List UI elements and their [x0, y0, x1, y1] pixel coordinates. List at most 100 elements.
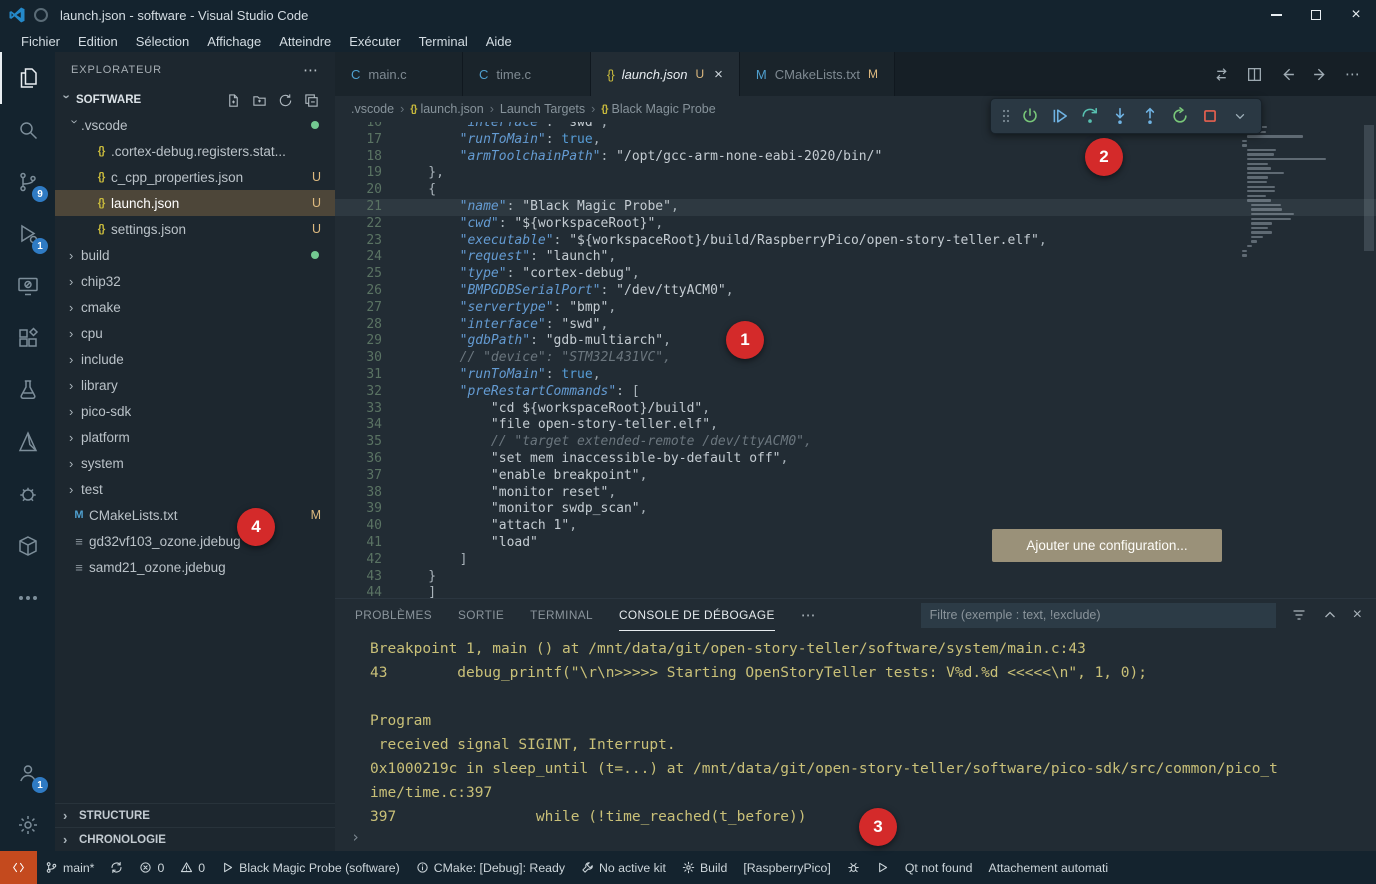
- minimap[interactable]: [1238, 126, 1358, 259]
- breadcrumb-item-launch-json[interactable]: {}launch.json: [410, 102, 483, 116]
- editor-scrollbar[interactable]: [1362, 122, 1376, 598]
- status-remote-indicator[interactable]: [0, 851, 37, 884]
- status-debug-bug[interactable]: [839, 851, 868, 884]
- tab-main-c[interactable]: Cmain.c: [335, 52, 463, 96]
- debug-console-filter-input[interactable]: [921, 603, 1276, 628]
- new-file-icon[interactable]: [226, 93, 241, 108]
- status-warnings[interactable]: 0: [172, 851, 213, 884]
- menu-edition[interactable]: Edition: [69, 33, 127, 50]
- panel-more-icon[interactable]: ⋯: [801, 599, 816, 631]
- activity-run-debug[interactable]: 1: [0, 208, 55, 260]
- section-structure[interactable]: › STRUCTURE: [55, 803, 335, 827]
- menu-aide[interactable]: Aide: [477, 33, 521, 50]
- go-back-icon[interactable]: [1279, 66, 1296, 83]
- tree-item-platform[interactable]: ›platform: [55, 424, 335, 450]
- editor-more-icon[interactable]: ⋯: [1345, 65, 1360, 83]
- status-cmake-target[interactable]: [RaspberryPico]: [735, 851, 838, 884]
- status-errors[interactable]: 0: [131, 851, 172, 884]
- tree-item-cmake[interactable]: ›cmake: [55, 294, 335, 320]
- continue-icon[interactable]: [1047, 103, 1073, 129]
- tree-item-pico-sdk[interactable]: ›pico-sdk: [55, 398, 335, 424]
- filter-list-icon[interactable]: [1291, 607, 1307, 623]
- section-timeline[interactable]: › CHRONOLOGIE: [55, 827, 335, 851]
- status-auto-attach[interactable]: Attachement automati: [981, 851, 1117, 884]
- maximize-button[interactable]: [1296, 0, 1336, 30]
- activity-package[interactable]: [0, 520, 55, 572]
- menu-atteindre[interactable]: Atteindre: [270, 33, 340, 50]
- panel-tab-terminal[interactable]: TERMINAL: [530, 599, 593, 631]
- step-into-icon[interactable]: [1107, 103, 1133, 129]
- activity-search[interactable]: [0, 104, 55, 156]
- tree-item-build[interactable]: ›build: [55, 242, 335, 268]
- tree-item-test[interactable]: ›test: [55, 476, 335, 502]
- tree-item-vscode[interactable]: ›.vscode: [55, 112, 335, 138]
- tree-item-system[interactable]: ›system: [55, 450, 335, 476]
- menu-affichage[interactable]: Affichage: [198, 33, 270, 50]
- step-over-icon[interactable]: [1077, 103, 1103, 129]
- activity-debug-console[interactable]: [0, 468, 55, 520]
- maximize-panel-icon[interactable]: [1322, 607, 1338, 623]
- tab-time-c[interactable]: Ctime.c: [463, 52, 591, 96]
- tab-cmakelists-txt[interactable]: MCMakeLists.txtM: [740, 52, 895, 96]
- activity-source-control[interactable]: 9: [0, 156, 55, 208]
- tree-item-gd32vf103-ozone-jdebug[interactable]: ≡gd32vf103_ozone.jdebug: [55, 528, 335, 554]
- menu-ex-cuter[interactable]: Exécuter: [340, 33, 409, 50]
- restart-icon[interactable]: [1167, 103, 1193, 129]
- tree-item-cmakelists-txt[interactable]: MCMakeLists.txtM: [55, 502, 335, 528]
- new-folder-icon[interactable]: [252, 93, 267, 108]
- activity-testing[interactable]: [0, 364, 55, 416]
- close-button[interactable]: ×: [1336, 0, 1376, 30]
- panel-tab-console-de-d-bogage[interactable]: CONSOLE DE DÉBOGAGE: [619, 599, 775, 631]
- chevron-down-icon[interactable]: [1227, 103, 1253, 129]
- breadcrumb-item-vscode[interactable]: .vscode: [351, 102, 394, 116]
- breadcrumb-item-black-magic-probe[interactable]: {}Black Magic Probe: [601, 102, 715, 116]
- tree-item-c-cpp-properties-json[interactable]: {}c_cpp_properties.jsonU: [55, 164, 335, 190]
- tree-item-samd21-ozone-jdebug[interactable]: ≡samd21_ozone.jdebug: [55, 554, 335, 580]
- step-out-icon[interactable]: [1137, 103, 1163, 129]
- split-editor-icon[interactable]: [1246, 66, 1263, 83]
- refresh-icon[interactable]: [278, 93, 293, 108]
- activity-more[interactable]: [0, 572, 55, 624]
- workspace-section-header[interactable]: › SOFTWARE: [55, 88, 335, 112]
- sidebar-more-icon[interactable]: ⋯: [303, 61, 319, 79]
- tree-item-launch-json[interactable]: {}launch.jsonU: [55, 190, 335, 216]
- tree-item-cortex-debug-registers-stat[interactable]: {}.cortex-debug.registers.stat...: [55, 138, 335, 164]
- activity-extensions[interactable]: [0, 312, 55, 364]
- status-git-branch[interactable]: main*: [37, 851, 102, 884]
- status-qt-status[interactable]: Qt not found: [897, 851, 981, 884]
- tree-item-include[interactable]: ›include: [55, 346, 335, 372]
- add-configuration-button[interactable]: Ajouter une configuration...: [992, 529, 1222, 562]
- minimize-button[interactable]: [1256, 0, 1296, 30]
- status-launch-play[interactable]: [868, 851, 897, 884]
- status-cmake-kit[interactable]: No active kit: [573, 851, 674, 884]
- status-cmake-build[interactable]: Build: [674, 851, 735, 884]
- status-sync[interactable]: [102, 851, 131, 884]
- close-tab-icon[interactable]: ×: [714, 66, 723, 83]
- activity-remote-explorer[interactable]: [0, 260, 55, 312]
- code-editor[interactable]: 16 "interface": "swd",17 "runToMain": tr…: [335, 122, 1376, 598]
- collapse-all-icon[interactable]: [304, 93, 319, 108]
- tab-launch-json[interactable]: {}launch.jsonU×: [591, 52, 740, 96]
- activity-account[interactable]: 1: [0, 747, 55, 799]
- menu-s-lection[interactable]: Sélection: [127, 33, 198, 50]
- tree-item-settings-json[interactable]: {}settings.jsonU: [55, 216, 335, 242]
- activity-explorer[interactable]: [0, 52, 55, 104]
- panel-tab-probl-mes[interactable]: PROBLÈMES: [355, 599, 432, 631]
- power-icon[interactable]: [1017, 103, 1043, 129]
- menu-fichier[interactable]: Fichier: [12, 33, 69, 50]
- stop-icon[interactable]: [1197, 103, 1223, 129]
- status-cmake-status[interactable]: CMake: [Debug]: Ready: [408, 851, 573, 884]
- activity-cmake[interactable]: [0, 416, 55, 468]
- activity-settings[interactable]: [0, 799, 55, 851]
- panel-tab-sortie[interactable]: SORTIE: [458, 599, 504, 631]
- console-prompt[interactable]: ›: [351, 828, 360, 846]
- status-debug-config[interactable]: Black Magic Probe (software): [213, 851, 408, 884]
- tree-item-chip32[interactable]: ›chip32: [55, 268, 335, 294]
- close-panel-icon[interactable]: ×: [1353, 606, 1362, 624]
- go-forward-icon[interactable]: [1312, 66, 1329, 83]
- compare-changes-icon[interactable]: [1213, 66, 1230, 83]
- tree-item-cpu[interactable]: ›cpu: [55, 320, 335, 346]
- menu-terminal[interactable]: Terminal: [410, 33, 477, 50]
- tree-item-library[interactable]: ›library: [55, 372, 335, 398]
- breadcrumb-item-launch-targets[interactable]: Launch Targets: [500, 102, 585, 116]
